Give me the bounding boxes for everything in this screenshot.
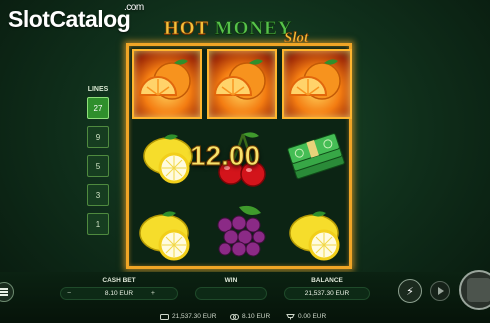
- balance-field: 21,537.30 EUR: [284, 287, 370, 300]
- lines-panel: LINES 27 9 5 3 1: [85, 86, 111, 242]
- cash-bet-value: 8.10 EUR: [104, 290, 134, 297]
- bet-increase-button[interactable]: +: [151, 290, 155, 297]
- symbol-orange-fire: [207, 49, 277, 119]
- watermark-brand: SlotCatalog: [8, 6, 131, 32]
- bet-decrease-button[interactable]: −: [67, 290, 71, 297]
- win-label: WIN: [224, 277, 238, 284]
- status-win: 0.00 EUR: [286, 313, 326, 320]
- watermark-suffix: .com: [124, 2, 144, 13]
- symbol-lemon: [282, 199, 352, 269]
- status-bet-value: 8.10 EUR: [242, 313, 271, 320]
- cash-bet-field: − 8.10 EUR +: [60, 287, 178, 300]
- orange-icon: [138, 59, 191, 100]
- cash-bet-label: CASH BET: [102, 277, 136, 284]
- line-option-5[interactable]: 5: [87, 155, 109, 177]
- symbol-grapes: [207, 199, 277, 269]
- line-option-27[interactable]: 27: [87, 97, 109, 119]
- lines-title: LINES: [87, 86, 109, 93]
- status-balance: 21,537.30 EUR: [160, 313, 216, 320]
- cash-stack-icon: [287, 133, 345, 180]
- logo-hot: HOT: [164, 18, 209, 40]
- lemon-icon: [139, 211, 190, 261]
- orange-icon: [213, 59, 266, 100]
- orange-icon: [288, 59, 341, 100]
- line-option-9[interactable]: 9: [87, 126, 109, 148]
- turbo-button[interactable]: ⚡︎: [398, 279, 422, 303]
- line-option-3[interactable]: 3: [87, 184, 109, 206]
- autoplay-button[interactable]: [430, 281, 450, 301]
- logo-money: MONEY: [214, 18, 293, 40]
- balance-label: BALANCE: [311, 277, 343, 284]
- slotcatalog-watermark: SlotCatalog .com: [8, 2, 144, 33]
- status-win-value: 0.00 EUR: [298, 313, 327, 320]
- trophy-icon: [286, 313, 295, 319]
- symbol-orange-fire: [282, 49, 352, 119]
- coins-icon: [230, 313, 239, 320]
- status-bet: 8.10 EUR: [230, 313, 270, 320]
- lemon-icon: [289, 211, 340, 261]
- symbol-orange-fire: [132, 49, 202, 119]
- win-field: [195, 287, 267, 300]
- line-option-1[interactable]: 1: [87, 213, 109, 235]
- status-balance-value: 21,537.30 EUR: [172, 313, 217, 320]
- grapes-icon: [217, 205, 266, 257]
- balance-value: 21,537.30 EUR: [304, 290, 350, 297]
- win-amount-display: 12.00: [189, 140, 261, 172]
- wallet-icon: [160, 313, 169, 320]
- lightning-icon: ⚡︎: [406, 285, 414, 298]
- symbol-lemon: [132, 199, 202, 269]
- symbol-cash-stack: [282, 124, 352, 194]
- hamburger-icon: [0, 287, 8, 297]
